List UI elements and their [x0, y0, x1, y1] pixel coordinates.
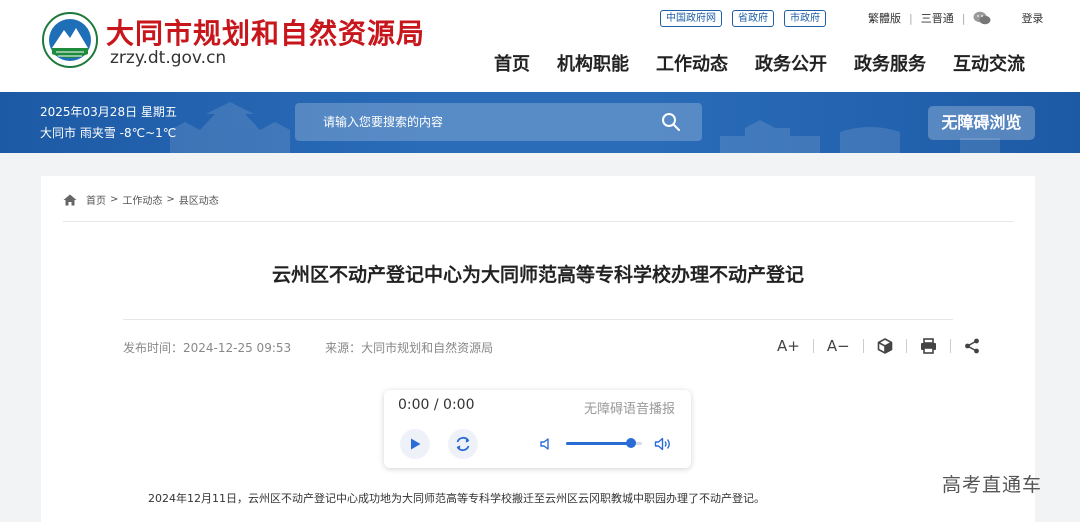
nav-gov-services[interactable]: 政务服务 — [854, 50, 926, 76]
utility-links: 繁體版 | 三晋通 | 登录 — [868, 10, 1043, 26]
player-time: 0:00 / 0:00 — [398, 397, 475, 413]
play-button[interactable] — [400, 429, 430, 459]
volume-low-icon[interactable] — [539, 437, 553, 451]
home-icon — [63, 194, 77, 205]
separator: | — [961, 11, 966, 25]
separator — [949, 339, 951, 353]
player-label: 无障碍语音播报 — [583, 402, 675, 417]
nav-interaction[interactable]: 互动交流 — [953, 50, 1025, 76]
emblem-logo[interactable] — [42, 12, 98, 68]
breadcrumb-separator: > — [166, 194, 175, 205]
share-button[interactable] — [964, 335, 980, 357]
nav-home[interactable]: 首页 — [494, 50, 530, 76]
print-button[interactable] — [920, 335, 937, 357]
breadcrumb-county-news[interactable]: 县区动态 — [179, 192, 219, 207]
article-source: 来源：大同市规划和自然资源局 — [325, 341, 494, 355]
volume-slider-thumb[interactable] — [625, 438, 636, 448]
divider — [63, 221, 1013, 222]
accessibility-button[interactable]: 无障碍浏览 — [928, 106, 1035, 140]
watermark-text: 高考直通车 — [942, 474, 1043, 496]
wechat-icon[interactable] — [973, 11, 991, 25]
login-link[interactable]: 登录 — [1021, 10, 1043, 26]
search-banner: 2025年03月28日 星期五 大同市 雨夹雪 -8℃~1℃ 无障碍浏览 — [0, 92, 1080, 153]
separator: | — [909, 11, 913, 25]
font-increase-button[interactable]: A+ — [777, 335, 800, 357]
divider — [123, 319, 953, 320]
replay-button[interactable] — [448, 429, 478, 459]
share-icon — [964, 338, 979, 354]
search-input[interactable] — [295, 103, 655, 141]
cube-icon — [877, 338, 892, 354]
site-domain: zrzy.dt.gov.cn — [110, 48, 227, 68]
article-tools: A+ A− — [777, 335, 980, 357]
search-box — [295, 103, 702, 141]
article-body-paragraph: 2024年12月11日，云州区不动产登记中心成功地为大同师范高等专科学校搬迁至云… — [148, 492, 765, 505]
separator — [862, 339, 864, 353]
breadcrumb-separator: > — [110, 194, 119, 205]
separator — [812, 339, 814, 353]
gov-links: 中国政府网 省政府 市政府 — [660, 10, 826, 27]
volume-level-fill — [566, 442, 631, 445]
volume-slider[interactable] — [566, 438, 642, 448]
site-title[interactable]: 大同市规划和自然资源局 — [106, 12, 425, 52]
publish-time: 发布时间：2024-12-25 09:53 — [123, 341, 292, 355]
font-decrease-button[interactable]: A− — [827, 335, 850, 357]
gov-link-city[interactable]: 市政府 — [784, 10, 826, 27]
breadcrumb-work-news[interactable]: 工作动态 — [122, 192, 162, 207]
play-icon — [411, 438, 421, 450]
sanjintong-link[interactable]: 三晋通 — [921, 10, 954, 26]
article-meta: 发布时间：2024-12-25 09:53 来源：大同市规划和自然资源局 — [123, 339, 493, 356]
print-icon — [920, 338, 936, 354]
audio-player: 0:00 / 0:00 无障碍语音播报 — [384, 390, 691, 468]
volume-high-icon[interactable] — [654, 436, 672, 452]
current-date: 2025年03月28日 星期五 — [40, 105, 177, 119]
article-card: 首页 > 工作动态 > 县区动态 云州区不动产登记中心为大同师范高等专科学校办理… — [41, 176, 1035, 522]
weather-info: 大同市 雨夹雪 -8℃~1℃ — [40, 126, 177, 140]
nav-gov-affairs[interactable]: 政务公开 — [755, 50, 827, 76]
replay-icon — [456, 436, 470, 452]
site-header: 大同市规划和自然资源局 zrzy.dt.gov.cn 中国政府网 省政府 市政府… — [0, 0, 1080, 92]
nav-work-news[interactable]: 工作动态 — [656, 50, 728, 76]
breadcrumb: 首页 > 工作动态 > 县区动态 — [63, 192, 219, 207]
search-icon[interactable] — [661, 112, 681, 132]
main-nav: 首页 机构职能 工作动态 政务公开 政务服务 互动交流 — [494, 50, 1025, 76]
breadcrumb-home[interactable]: 首页 — [86, 192, 106, 207]
gov-link-china[interactable]: 中国政府网 — [660, 10, 722, 27]
traditional-chinese-link[interactable]: 繁體版 — [868, 10, 901, 26]
gov-link-province[interactable]: 省政府 — [732, 10, 774, 27]
article-title: 云州区不动产登记中心为大同师范高等专科学校办理不动产登记 — [271, 264, 804, 286]
cube-button[interactable] — [877, 335, 893, 357]
separator — [905, 339, 907, 353]
nav-organization[interactable]: 机构职能 — [557, 50, 629, 76]
